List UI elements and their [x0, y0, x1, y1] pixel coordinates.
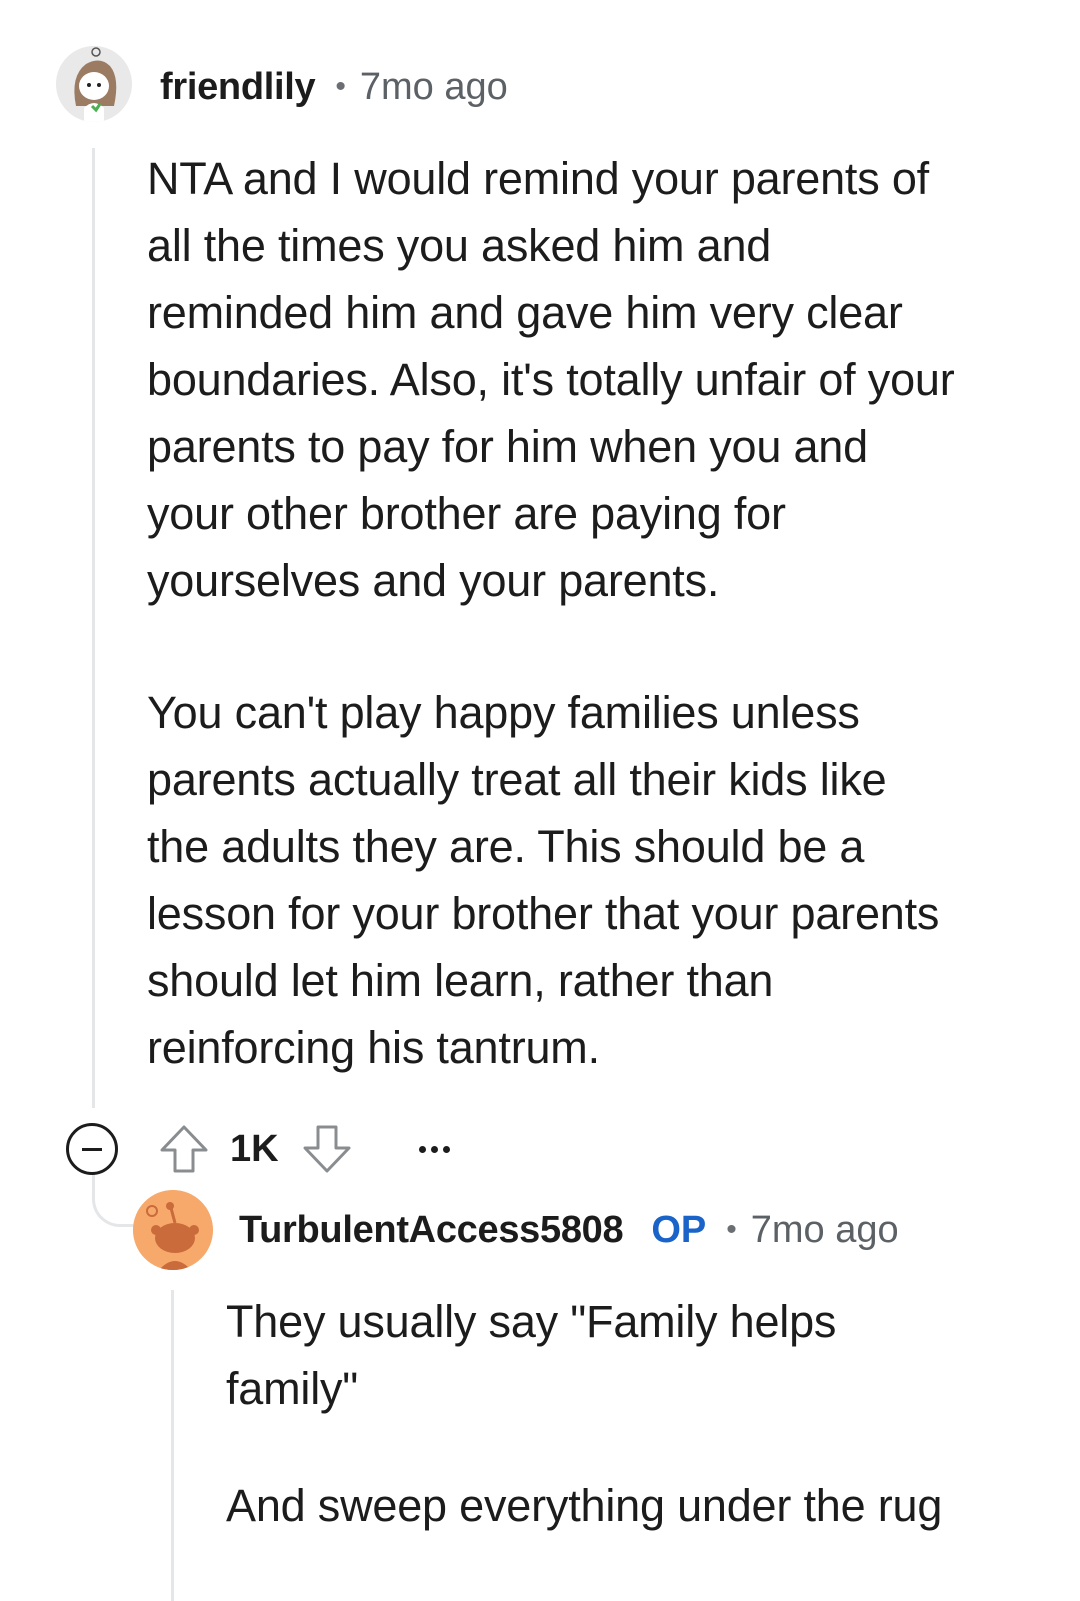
- reply-meta: TurbulentAccess5808 OP • 7mo ago: [239, 1207, 899, 1253]
- reply-body: They usually say "Family helps family" A…: [226, 1288, 1056, 1539]
- avatar[interactable]: [56, 46, 132, 122]
- comment-action-bar: 1K: [66, 1120, 450, 1178]
- comment-meta: friendlily • 7mo ago: [160, 64, 508, 110]
- snoo-avatar-icon: [56, 46, 132, 122]
- thread-line-reply[interactable]: [171, 1290, 174, 1601]
- reply-avatar[interactable]: [133, 1190, 213, 1270]
- more-options-icon: [418, 1145, 426, 1153]
- comment-paragraph: NTA and I would remind your parents of a…: [147, 153, 955, 606]
- separator-dot: •: [335, 70, 346, 103]
- collapse-button[interactable]: [66, 1123, 118, 1175]
- reply-paragraph: They usually say "Family helps family": [226, 1296, 837, 1414]
- reply-timestamp: 7mo ago: [750, 1209, 899, 1251]
- username[interactable]: friendlily: [160, 64, 316, 110]
- downvote-button[interactable]: [301, 1123, 353, 1175]
- more-options-button[interactable]: [418, 1145, 450, 1153]
- more-options-icon: [430, 1145, 438, 1153]
- reply-paragraph: And sweep everything under the rug: [226, 1480, 943, 1531]
- comment-body: NTA and I would remind your parents of a…: [147, 145, 1047, 1081]
- thread-line-main[interactable]: [92, 148, 95, 1108]
- op-badge: OP: [651, 1209, 707, 1251]
- snoo-default-avatar-icon: [133, 1190, 213, 1270]
- more-options-icon: [442, 1145, 450, 1153]
- comment-paragraph: You can't play happy families unless par…: [147, 687, 940, 1073]
- timestamp: 7mo ago: [359, 66, 508, 108]
- separator-dot: •: [726, 1213, 737, 1246]
- reply-username[interactable]: TurbulentAccess5808: [239, 1207, 624, 1253]
- upvote-arrow-icon: [160, 1125, 208, 1173]
- downvote-arrow-icon: [303, 1125, 351, 1173]
- collapse-minus-icon: [82, 1147, 102, 1151]
- vote-count: 1K: [230, 1127, 279, 1170]
- upvote-button[interactable]: [158, 1123, 210, 1175]
